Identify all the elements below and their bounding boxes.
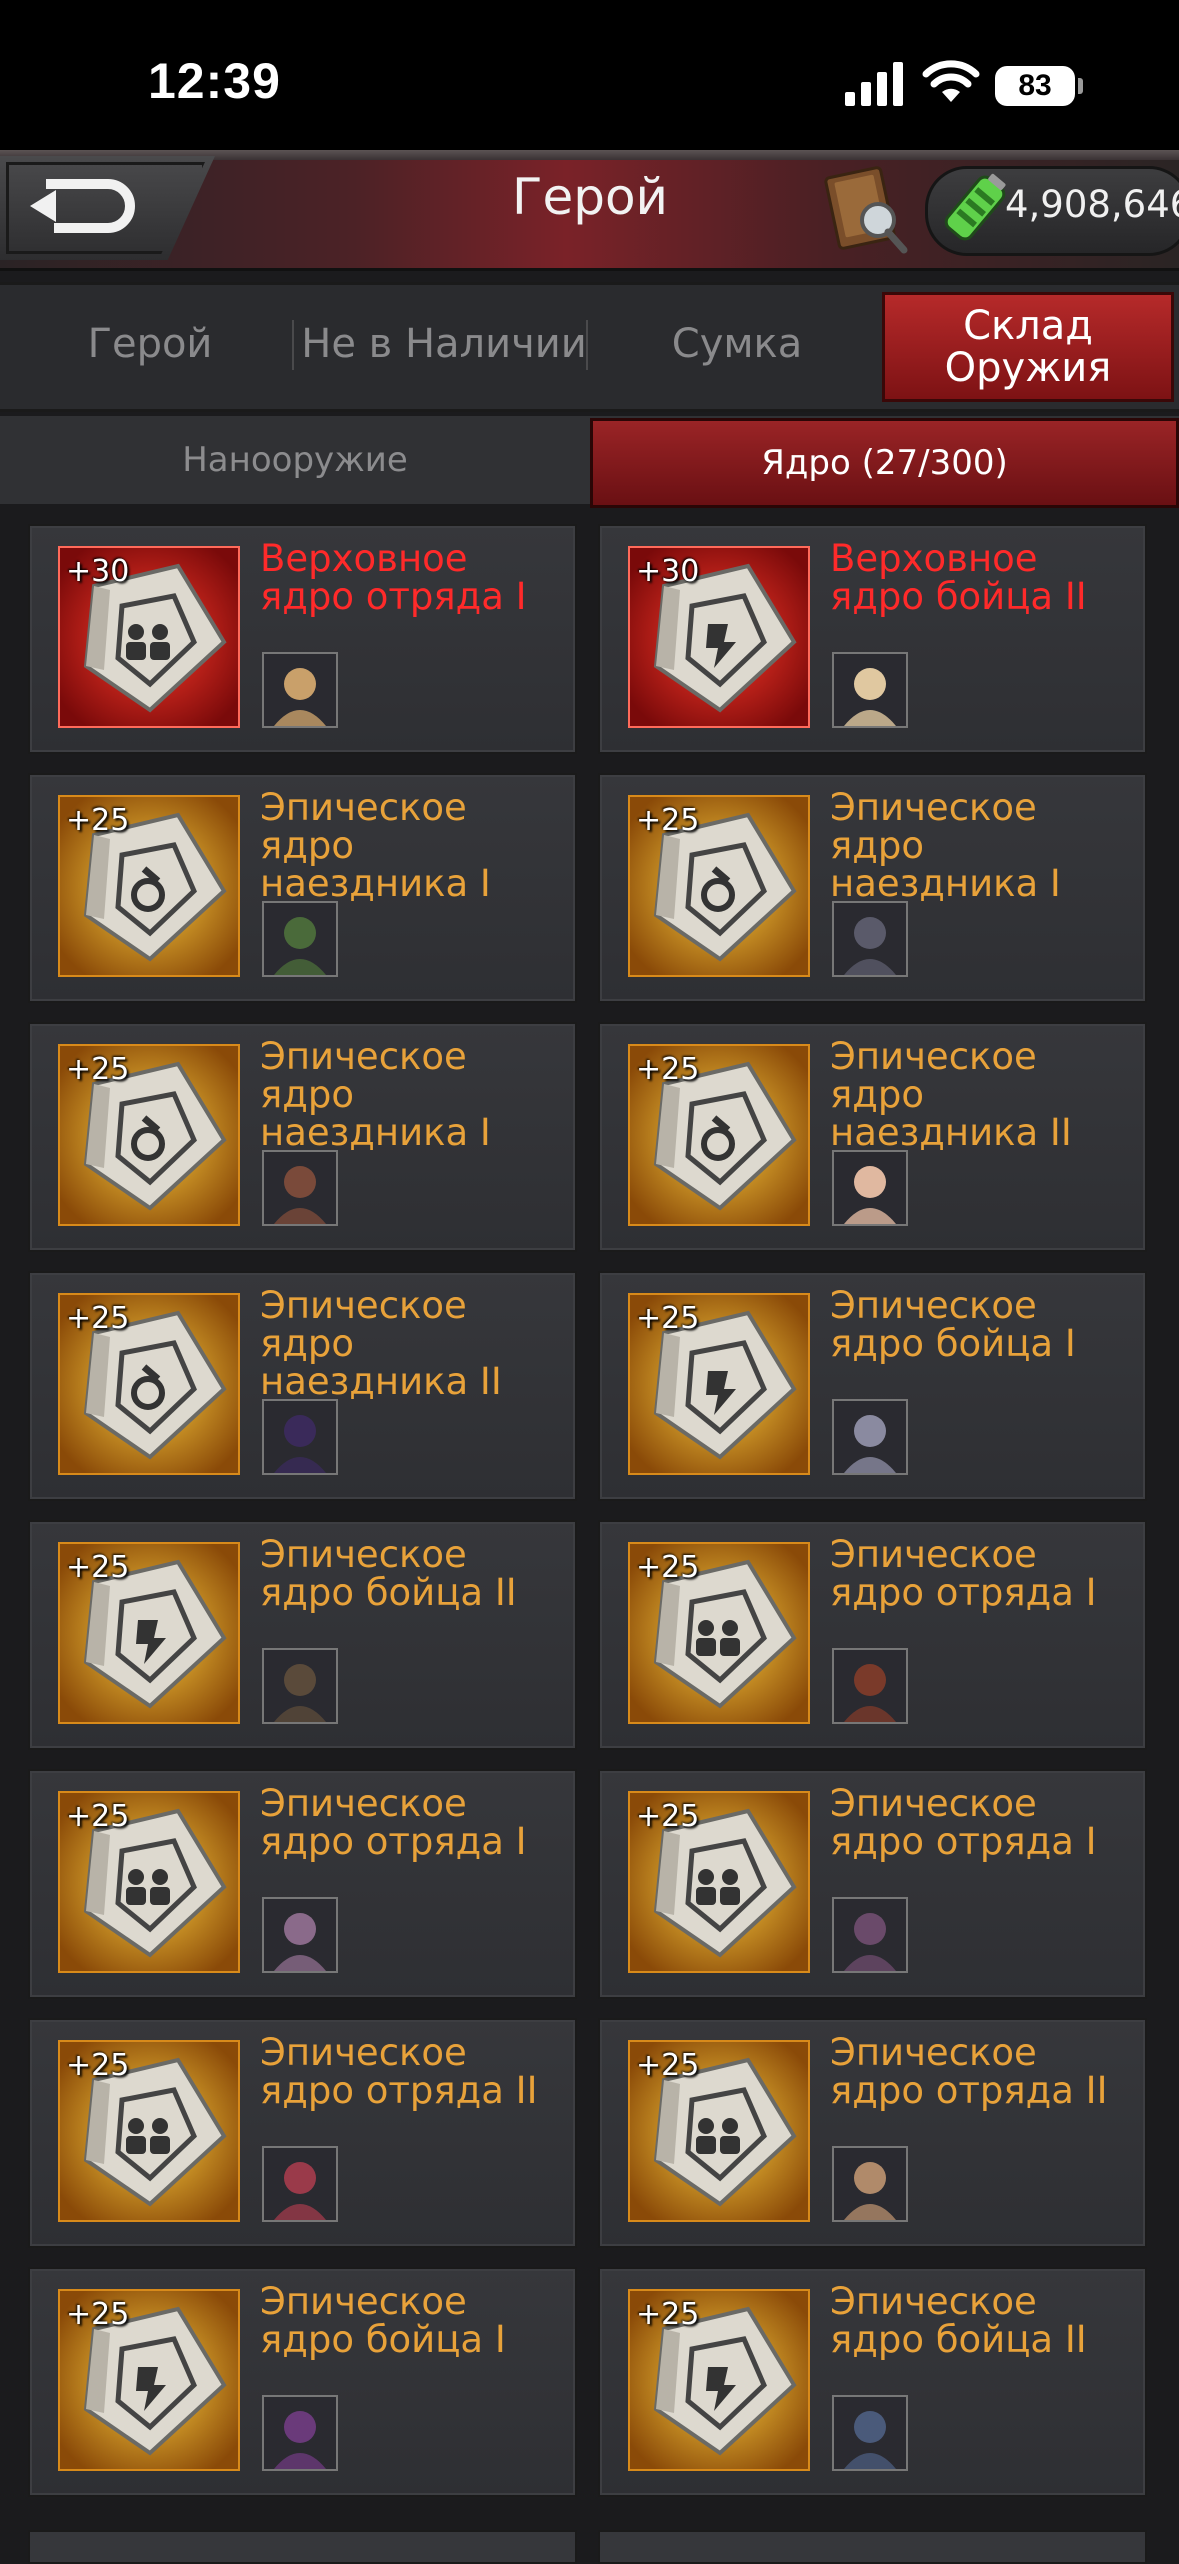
core-name: Верховное ядро отряда I [260,537,527,618]
hero-avatar[interactable] [262,1648,338,1724]
encyclopedia-icon[interactable] [822,162,910,256]
core-card[interactable]: +25 Эпическое ядро бойца II [28,1520,577,1750]
core-card[interactable]: +25 Эпическое ядро отряда II [28,2018,577,2248]
level-badge: +30 [66,554,130,589]
core-name: Эпическое ядро наездника I [830,786,1061,905]
tab-separator [292,320,294,370]
tab-not-available[interactable]: Не в Наличии [296,292,592,396]
status-time: 12:39 [148,53,281,109]
level-badge: +25 [636,1052,700,1087]
tab-bag[interactable]: Сумка [592,292,882,396]
partial-card[interactable] [598,2530,1147,2564]
hero-avatar[interactable] [262,652,338,728]
core-card[interactable]: +25 Эпическое ядро бойца I [28,2267,577,2497]
core-name: Эпическое ядро наездника I [260,786,491,905]
hero-avatar[interactable] [262,1150,338,1226]
core-card[interactable]: +25 Эпическое ядро наездника II [28,1271,577,1501]
core-card[interactable]: +25 Эпическое ядро наездника I [598,773,1147,1003]
level-badge: +25 [66,1301,130,1336]
core-name: Эпическое ядро наездника II [260,1284,502,1403]
core-name: Эпическое ядро бойца I [260,2280,506,2361]
level-badge: +25 [66,1550,130,1585]
tab-core[interactable]: Ядро (27/300) [590,418,1179,508]
page-title: Герой [511,168,669,226]
core-card[interactable]: +25 Эпическое ядро наездника I [28,1022,577,1252]
level-badge: +25 [636,803,700,838]
level-badge: +25 [636,1301,700,1336]
core-card[interactable]: +30 Верховное ядро бойца II [598,524,1147,754]
core-card[interactable]: +25 Эпическое ядро отряда I [598,1769,1147,1999]
tab-nanoweapon[interactable]: Нанооружие [0,418,590,502]
level-badge: +25 [636,1799,700,1834]
hero-avatar[interactable] [832,1399,908,1475]
level-badge: +30 [636,554,700,589]
level-badge: +25 [66,1799,130,1834]
core-card[interactable]: +25 Эпическое ядро наездника I [28,773,577,1003]
level-badge: +25 [636,2048,700,2083]
core-name: Эпическое ядро наездника II [830,1035,1072,1154]
level-badge: +25 [66,2048,130,2083]
level-badge: +25 [66,2297,130,2332]
level-badge: +25 [66,1052,130,1087]
level-badge: +25 [66,803,130,838]
hero-avatar[interactable] [832,1150,908,1226]
tab-weapon-storage[interactable]: Склад Оружия [882,292,1174,402]
energy-cell-icon [944,173,1006,241]
tab-hero[interactable]: Герой [0,292,300,396]
level-badge: +25 [636,2297,700,2332]
hero-avatar[interactable] [262,2395,338,2471]
battery-tip [1078,78,1083,94]
hero-avatar[interactable] [832,1648,908,1724]
hero-avatar[interactable] [262,2146,338,2222]
core-card[interactable]: +25 Эпическое ядро наездника II [598,1022,1147,1252]
core-card[interactable]: +25 Эпическое ядро бойца I [598,1271,1147,1501]
hero-avatar[interactable] [262,901,338,977]
battery-indicator: 83 [995,66,1075,106]
core-name: Эпическое ядро бойца II [260,1533,517,1614]
hero-avatar[interactable] [832,2146,908,2222]
core-card[interactable]: +30 Верховное ядро отряда I [28,524,577,754]
hero-avatar[interactable] [832,1897,908,1973]
core-name: Эпическое ядро бойца I [830,1284,1076,1365]
core-name: Эпическое ядро отряда I [830,1533,1097,1614]
hero-avatar[interactable] [832,2395,908,2471]
core-name: Эпическое ядро отряда II [260,2031,538,2112]
hero-avatar[interactable] [262,1399,338,1475]
back-arrow-icon[interactable] [26,170,136,242]
core-card[interactable]: +25 Эпическое ядро бойца II [598,2267,1147,2497]
core-name: Эпическое ядро наездника I [260,1035,491,1154]
hero-avatar[interactable] [832,901,908,977]
core-card[interactable]: +25 Эпическое ядро отряда I [28,1769,577,1999]
core-name: Эпическое ядро отряда I [260,1782,527,1863]
signal-icon [845,62,903,106]
core-name: Эпическое ядро отряда II [830,2031,1108,2112]
tab-separator [586,320,588,370]
hero-avatar[interactable] [832,652,908,728]
core-name: Верховное ядро бойца II [830,537,1087,618]
core-name: Эпическое ядро бойца II [830,2280,1087,2361]
core-card[interactable]: +25 Эпическое ядро отряда I [598,1520,1147,1750]
hero-avatar[interactable] [262,1897,338,1973]
wifi-icon [922,60,980,102]
core-name: Эпическое ядро отряда I [830,1782,1097,1863]
level-badge: +25 [636,1550,700,1585]
partial-card[interactable] [28,2530,577,2564]
core-card[interactable]: +25 Эпическое ядро отряда II [598,2018,1147,2248]
currency-amount: 4,908,646 [1005,183,1179,226]
